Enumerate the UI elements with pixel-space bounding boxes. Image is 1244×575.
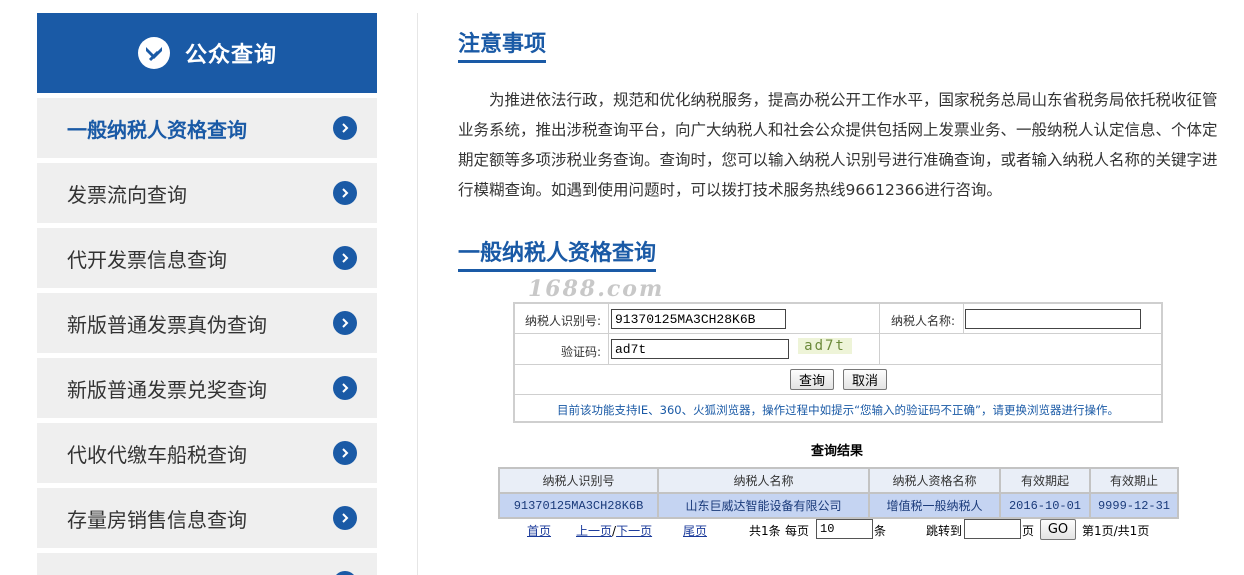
logo-icon [137,37,170,69]
column-header: 有效期止 [1089,467,1179,494]
page-status: 第1页/共1页 [1082,524,1150,538]
sidebar-item-label: 代收代缴车船税查询 [67,442,247,467]
results-title: 查询结果 [811,444,864,459]
form-divider [879,334,880,365]
sidebar-item-vehicle-tax[interactable]: 代收代缴车船税查询 [37,423,377,483]
form-row-3 [515,365,1161,395]
divider [417,13,418,575]
column-header: 纳税人资格名称 [868,467,1001,494]
captcha-label: 验证码: [561,345,602,359]
sidebar-item-general-taxpayer[interactable]: 一般纳税人资格查询 [37,98,377,158]
taxpayer-id-label: 纳税人识别号: [525,314,602,328]
notice-title-underline [458,60,546,63]
cancel-button[interactable]: 取消 [843,369,887,390]
watermark: 1688.com [528,276,665,302]
taxpayer-name-input[interactable] [965,309,1141,329]
sidebar-item-label: 新版普通发票兑奖查询 [67,377,267,402]
results-table: 纳税人识别号 纳税人名称 纳税人资格名称 有效期起 有效期止 91370125M… [498,467,1179,519]
chevron-right-icon [333,116,357,140]
form-divider [879,304,880,334]
per-page-unit: 条 [874,524,887,538]
table-cell: 增值税一般纳税人 [868,492,1001,519]
sidebar-item-label: 新版普通发票真伪查询 [67,312,267,337]
taxpayer-name-label: 纳税人名称: [891,314,956,328]
notice-title: 注意事项 [458,32,547,57]
pager-prev-next: 上一页/下一页 [576,522,652,539]
sidebar-item-label: 发票流向查询 [67,182,187,207]
sidebar-header-title: 公众查询 [184,43,277,68]
go-button[interactable]: GO [1040,519,1076,540]
sidebar-item-label: 代开发票信息查询 [67,247,227,272]
chevron-right-icon [333,441,357,465]
table-cell: 9999-12-31 [1089,492,1179,519]
notice-body: 为推进依法行政，规范和优化纳税服务，提高办税公开工作水平，国家税务总局山东省税务… [458,91,1218,199]
chevron-right-icon [333,571,357,575]
sidebar-item-invoice-authenticity[interactable]: 新版普通发票真伪查询 [37,293,377,353]
chevron-right-icon [333,246,357,270]
sidebar-item-label: 存量房销售信息查询 [67,507,247,532]
pager-first[interactable]: 首页 [527,522,551,539]
pager-total: 共1条 [749,524,781,538]
sidebar-item-invoice-lottery[interactable]: 新版普通发票兑奖查询 [37,358,377,418]
query-title: 一般纳税人资格查询 [458,241,657,266]
column-header: 纳税人名称 [657,467,870,494]
sidebar-item-invoice-flow[interactable]: 发票流向查询 [37,163,377,223]
captcha-image[interactable]: ad7t [798,338,852,354]
table-cell: 91370125MA3CH28K6B [498,492,659,519]
captcha-input[interactable] [611,339,789,359]
jump-page-input[interactable] [964,519,1021,539]
form-divider [963,304,964,334]
query-title-underline [458,269,656,272]
table-cell: 山东巨威达智能设备有限公司 [657,492,870,519]
per-page-input[interactable] [816,519,873,539]
pager-next-link[interactable]: 下一页 [616,524,652,538]
browser-tip: 目前该功能支持IE、360、火狐浏览器，操作过程中如提示“您输入的验证码不正确”… [556,403,1120,417]
pager-last-link[interactable]: 尾页 [683,524,707,538]
sidebar-item-partial[interactable] [37,553,377,575]
table-header-row: 纳税人识别号 纳税人名称 纳税人资格名称 有效期起 有效期止 [498,467,1179,494]
search-button[interactable]: 查询 [790,369,834,390]
pager-first-link[interactable]: 首页 [527,524,551,538]
chevron-right-icon [333,506,357,530]
taxpayer-id-input[interactable] [611,309,786,329]
page-unit: 页 [1022,524,1035,538]
chevron-right-icon [333,311,357,335]
table-cell: 2016-10-01 [999,492,1091,519]
column-header: 有效期起 [999,467,1091,494]
query-form: 纳税人识别号: 纳税人名称: 验证码: ad7t 查询 取消 目前该功能支持IE… [513,302,1163,423]
sidebar-item-agent-invoice[interactable]: 代开发票信息查询 [37,228,377,288]
table-row[interactable]: 91370125MA3CH28K6B 山东巨威达智能设备有限公司 增值税一般纳税… [498,492,1179,519]
sidebar-item-label: 一般纳税人资格查询 [67,117,247,142]
sidebar-item-housing-sales[interactable]: 存量房销售信息查询 [37,488,377,548]
chevron-right-icon [333,376,357,400]
column-header: 纳税人识别号 [498,467,659,494]
pager-last[interactable]: 尾页 [683,522,707,539]
sidebar: 公众查询 [37,13,377,93]
sidebar-header: 公众查询 [37,13,377,93]
jump-label: 跳转到 [926,524,963,538]
chevron-right-icon [333,181,357,205]
form-divider [608,304,609,365]
pager-prev-link[interactable]: 上一页 [576,524,612,538]
per-page-label: 每页 [785,524,810,538]
